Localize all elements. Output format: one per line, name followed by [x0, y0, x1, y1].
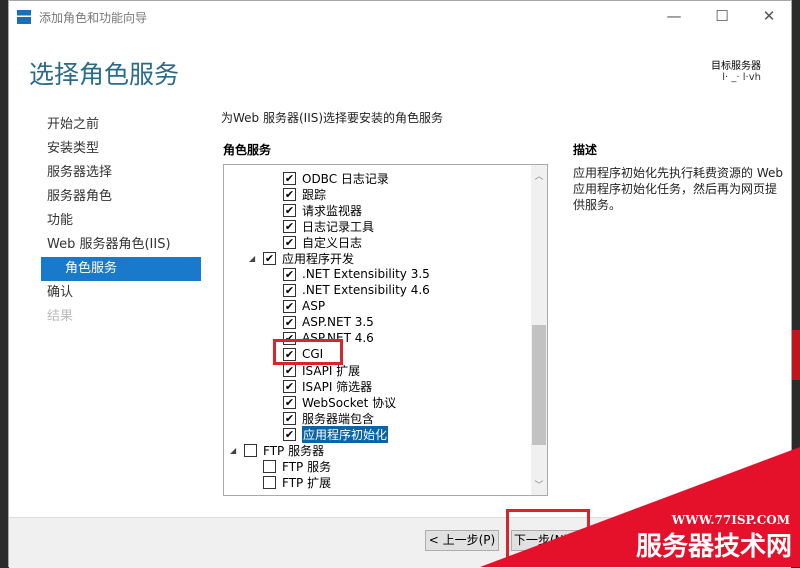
tree-item-label: ODBC 日志记录 [302, 171, 389, 186]
tree-item-label: FTP 服务 [282, 459, 332, 474]
checkbox[interactable]: ✔ [263, 251, 276, 265]
tree-item-label: .NET Extensibility 3.5 [302, 267, 430, 281]
nav-item[interactable]: 服务器角色 [41, 185, 201, 209]
tree-item[interactable]: ✔ ISAPI 筛选器 [283, 378, 372, 394]
nav-item[interactable]: Web 服务器角色(IIS) [41, 233, 201, 257]
highlight-cgi [273, 339, 343, 365]
tree-item-label: 请求监视器 [302, 203, 363, 218]
tree-item[interactable]: ◢ ✔ 应用程序开发 [249, 250, 355, 266]
instruction-text: 为Web 服务器(IIS)选择要安装的角色服务 [221, 111, 444, 125]
tree-item[interactable]: ✔ 跟踪 [283, 186, 326, 202]
tree-item-label: FTP 服务器 [263, 443, 325, 458]
scroll-down-icon[interactable]: ﹀ [531, 478, 547, 491]
tree-item-label: ASP [302, 299, 326, 313]
watermark-url: WWW.77ISP.COM [671, 513, 790, 527]
target-server-name: l· _· l·vh [722, 72, 761, 83]
target-server-label: 目标服务器 [711, 61, 761, 72]
checkbox[interactable]: ✔ [283, 363, 296, 377]
nav-item[interactable]: 角色服务 [41, 257, 201, 281]
checkbox[interactable]: ✔ [283, 379, 296, 393]
checkbox[interactable] [244, 443, 257, 457]
watermark-name: 服务器技术网 [635, 532, 792, 562]
tree-item[interactable]: ✔ ASP [283, 298, 325, 314]
scroll-up-icon[interactable]: ︿ [531, 169, 547, 182]
checkbox[interactable]: ✔ [283, 427, 296, 441]
tree-item-label: 跟踪 [302, 187, 327, 202]
wizard-nav: 开始之前 安装类型 服务器选择 服务器角色 功能 Web 服务器角色(IIS) 角色服务 确认… [41, 113, 201, 329]
tree-item[interactable]: ✔ .NET Extensibility 3.5 [283, 266, 430, 282]
tree-item-label: WebSocket 协议 [302, 395, 397, 410]
tree-item[interactable]: FTP 扩展 [263, 474, 331, 490]
close-button[interactable]: ✕ [754, 7, 784, 25]
tree-item-label: 自定义日志 [302, 235, 363, 250]
scrollbar-thumb[interactable] [532, 325, 546, 445]
checkbox[interactable]: ✔ [283, 395, 296, 409]
checkbox[interactable]: ✔ [283, 219, 296, 233]
checkbox[interactable]: ✔ [283, 411, 296, 425]
roles-header: 角色服务 [223, 143, 272, 157]
tree-item[interactable]: FTP 服务 [263, 458, 331, 474]
tree-item[interactable]: ✔ 请求监视器 [283, 202, 362, 218]
role-services-tree[interactable]: ︿ ﹀ ✔ ODBC 日志记录 ✔ 跟踪 ✔ 请求监视器 ✔ 日志记录工具 ✔ 自定义日志 ◢ ✔ 应用… [223, 164, 548, 496]
tree-item-label: ISAPI 筛选器 [302, 379, 373, 394]
checkbox[interactable] [263, 459, 276, 473]
description-header: 描述 [573, 143, 598, 157]
background-edge [792, 330, 800, 380]
tree-item[interactable]: ✔ 自定义日志 [283, 234, 362, 250]
tree-item[interactable]: ✔ WebSocket 协议 [283, 394, 396, 410]
checkbox[interactable]: ✔ [283, 187, 296, 201]
checkbox[interactable]: ✔ [283, 171, 296, 185]
checkbox[interactable]: ✔ [283, 315, 296, 329]
nav-item[interactable]: 开始之前 [41, 113, 201, 137]
tree-item[interactable]: ✔ 服务器端包含 [283, 410, 374, 426]
app-icon [17, 10, 31, 24]
nav-item[interactable]: 服务器选择 [41, 161, 201, 185]
tree-item[interactable]: ✔ ASP.NET 3.5 [283, 314, 374, 330]
minimize-button[interactable]: — [659, 7, 689, 25]
nav-item[interactable]: 结果 [41, 305, 201, 329]
expand-arrow-icon[interactable]: ◢ [249, 254, 255, 263]
checkbox[interactable]: ✔ [283, 267, 296, 281]
scrollbar[interactable]: ︿ ﹀ [531, 165, 547, 495]
checkbox[interactable]: ✔ [283, 235, 296, 249]
checkbox[interactable]: ✔ [283, 283, 296, 297]
nav-item[interactable]: 确认 [41, 281, 201, 305]
tree-item-label: FTP 扩展 [282, 475, 332, 490]
tree-item[interactable]: ✔ ODBC 日志记录 [283, 170, 389, 186]
page-title: 选择角色服务 [29, 60, 180, 89]
tree-item[interactable]: ✔ 日志记录工具 [283, 218, 374, 234]
tree-item-label: 应用程序开发 [282, 251, 355, 266]
nav-item[interactable]: 功能 [41, 209, 201, 233]
tree-item-label: .NET Extensibility 4.6 [302, 283, 430, 297]
tree-item[interactable]: ◢ FTP 服务器 [230, 442, 325, 458]
tree-item-label: 日志记录工具 [302, 219, 375, 234]
wizard-window: 添加角色和功能向导 — ☐ ✕ 选择角色服务 目标服务器 l· _· l·vh … [8, 0, 792, 568]
window-title: 添加角色和功能向导 [39, 10, 148, 25]
description-text: 应用程序初始化先执行耗费资源的 Web 应用程序初始化任务，然后再为网页提供服务… [573, 166, 783, 212]
checkbox[interactable]: ✔ [283, 299, 296, 313]
tree-item-label: 服务器端包含 [302, 411, 375, 426]
tree-item[interactable]: ✔ 应用程序初始化 [283, 425, 389, 443]
checkbox[interactable] [263, 475, 276, 489]
nav-item[interactable]: 安装类型 [41, 137, 201, 161]
maximize-button[interactable]: ☐ [707, 7, 737, 25]
checkbox[interactable]: ✔ [283, 203, 296, 217]
tree-item-label: 应用程序初始化 [302, 425, 389, 443]
tree-item-label: ASP.NET 3.5 [302, 315, 374, 329]
previous-button[interactable]: < 上一步(P) [425, 530, 499, 551]
target-server: 目标服务器 l· _· l·vh [711, 57, 761, 83]
tree-item[interactable]: ✔ .NET Extensibility 4.6 [283, 282, 430, 298]
expand-arrow-icon[interactable]: ◢ [230, 446, 236, 455]
